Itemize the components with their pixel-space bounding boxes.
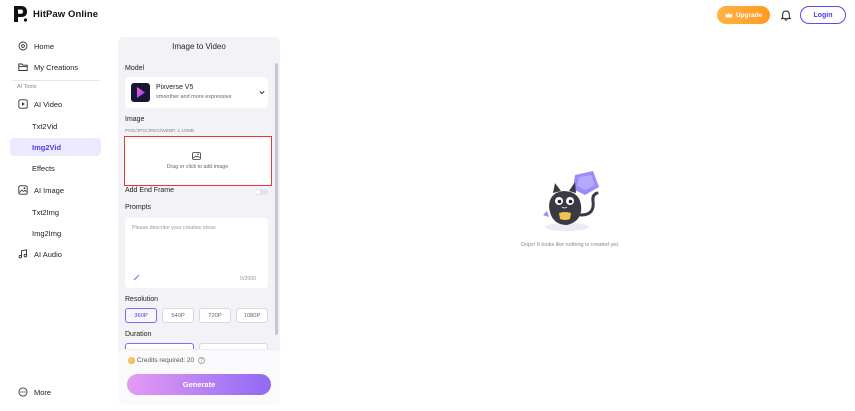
empty-state-message: Oops! It looks like nothing is created y…: [520, 242, 620, 248]
sidebar-item-ai-video[interactable]: AI Video: [10, 95, 101, 113]
section-label-ai-tools: AI Tools: [17, 84, 37, 90]
image-upload-dropzone[interactable]: Drag or click to add image: [124, 136, 272, 186]
credits-text: Credits required: 20: [137, 357, 195, 364]
bell-icon[interactable]: [781, 10, 791, 21]
prompt-input[interactable]: Please describe your creative ideas 0/20…: [125, 218, 268, 288]
panel-title: Image to Video: [172, 42, 226, 51]
brand-name[interactable]: HitPaw Online: [33, 9, 98, 20]
image-to-video-panel: Image to Video Model Pixverse V5 smoothe…: [118, 37, 280, 405]
more-icon: [18, 387, 28, 397]
credits-required: Credits required: 20 ?: [128, 357, 206, 364]
model-label: Model: [125, 65, 145, 72]
chevron-down-icon: [259, 90, 265, 95]
empty-state-cat-illustration: [543, 171, 599, 231]
sidebar-item-label: AI Video: [34, 99, 63, 109]
sidebar-item-more[interactable]: More: [10, 383, 101, 401]
prompts-label: Prompts: [125, 204, 152, 211]
sidebar-item-label: More: [34, 387, 52, 397]
sidebar-divider: [12, 80, 100, 81]
upload-hint: Drag or click to add image: [166, 164, 229, 170]
video-icon: [18, 99, 28, 109]
sidebar-item-label: Home: [34, 41, 55, 51]
sidebar-item-label: Txt2Vid: [32, 121, 58, 131]
coin-icon: [128, 357, 135, 364]
resolution-360p-button[interactable]: 360P: [125, 308, 157, 323]
add-image-icon: [192, 152, 201, 160]
resolution-720p-button[interactable]: 720P: [199, 308, 231, 323]
end-frame-toggle[interactable]: [255, 189, 268, 195]
add-end-frame-label: Add End Frame: [125, 187, 175, 194]
sidebar-item-effects[interactable]: Effects: [10, 159, 101, 177]
sidebar-item-txt2vid[interactable]: Txt2Vid: [10, 117, 101, 135]
home-icon: [18, 41, 28, 51]
image-icon: [18, 185, 28, 195]
sidebar-item-label: Img2Vid: [32, 142, 62, 152]
sidebar-item-ai-audio[interactable]: AI Audio: [10, 245, 101, 263]
upgrade-label: Upgrade: [735, 11, 763, 19]
sidebar-item-label: Img2Img: [32, 228, 62, 238]
panel-footer: Credits required: 20 ? Generate: [118, 349, 280, 405]
magic-wand-icon[interactable]: [133, 274, 140, 281]
sidebar-item-ai-image[interactable]: AI Image: [10, 181, 101, 199]
duration-label: Duration: [125, 331, 152, 338]
help-icon[interactable]: ?: [198, 357, 206, 364]
crown-icon: [725, 12, 733, 18]
hitpaw-logo-icon[interactable]: [12, 5, 29, 23]
resolution-540p-button[interactable]: 540P: [162, 308, 194, 323]
resolution-1080p-button[interactable]: 1080P: [236, 308, 268, 323]
resolution-label: Resolution: [125, 296, 159, 303]
sidebar-item-img2img[interactable]: Img2Img: [10, 224, 101, 242]
model-selector[interactable]: Pixverse V5 smoother and more expressive: [125, 77, 268, 108]
generate-button[interactable]: Generate: [127, 374, 271, 395]
sidebar-item-home[interactable]: Home: [10, 37, 101, 55]
login-button[interactable]: Login: [800, 6, 846, 24]
upgrade-button[interactable]: Upgrade: [717, 6, 770, 24]
prompt-placeholder: Please describe your creative ideas: [132, 225, 216, 231]
music-icon: [18, 249, 28, 259]
sidebar-item-label: Effects: [32, 163, 55, 173]
panel-scrollbar[interactable]: [275, 63, 278, 335]
sidebar: Home My Creations AI Tools AI Video Txt2…: [0, 30, 108, 411]
model-name: Pixverse V5: [156, 84, 194, 91]
sidebar-item-txt2img[interactable]: Txt2Img: [10, 203, 101, 221]
prompt-char-counter: 0/2000: [240, 276, 257, 282]
sidebar-item-my-creations[interactable]: My Creations: [10, 58, 101, 76]
resolution-options: 360P 540P 720P 1080P: [125, 308, 270, 323]
model-description: smoother and more expressive: [156, 94, 232, 100]
sidebar-item-label: Txt2Img: [32, 207, 60, 217]
folder-icon: [18, 63, 28, 71]
image-label: Image: [125, 116, 145, 123]
top-bar: HitPaw Online Upgrade Login: [0, 0, 855, 30]
sidebar-item-label: My Creations: [34, 62, 79, 72]
pixverse-logo-icon: [131, 83, 150, 102]
sidebar-item-label: AI Image: [34, 185, 65, 195]
sidebar-item-label: AI Audio: [34, 249, 62, 259]
sidebar-item-img2vid[interactable]: Img2Vid: [10, 138, 101, 156]
image-formats-hint: PNG/JPG/JPEG/WEBP, ≤ 10MB: [125, 129, 194, 134]
